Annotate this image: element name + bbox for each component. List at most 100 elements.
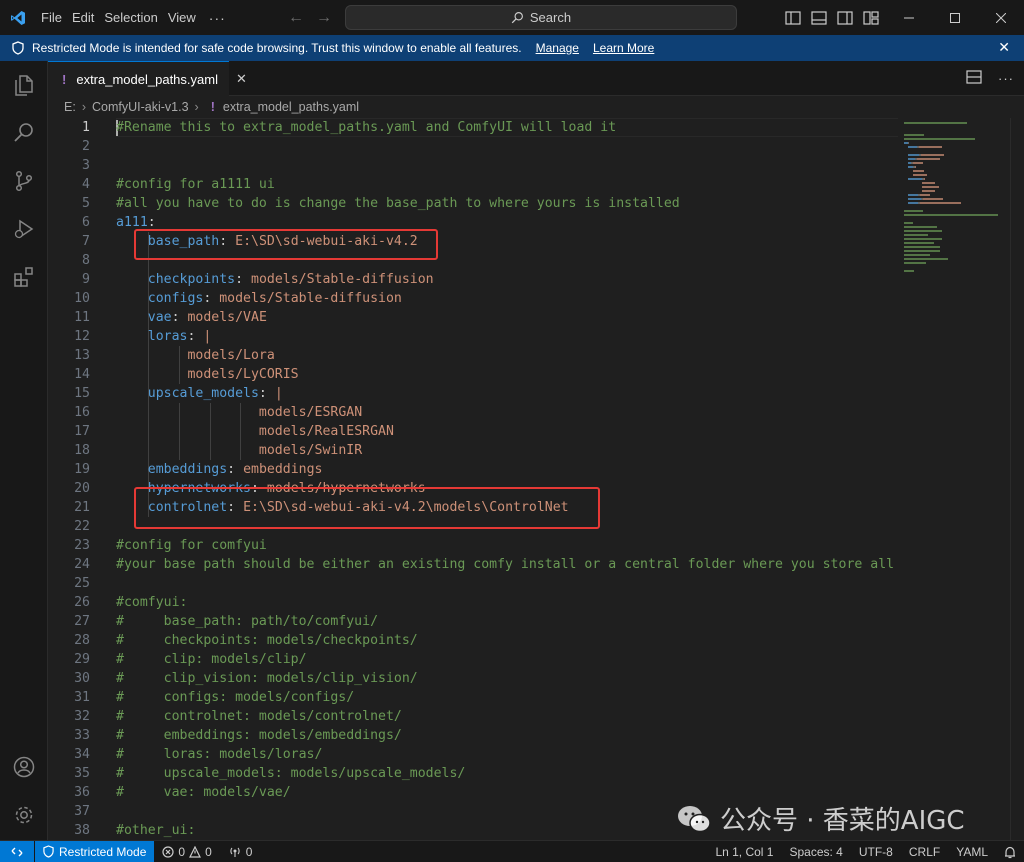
search-view-icon[interactable] (0, 109, 48, 157)
code-line[interactable]: 24 #your base path should be either an ex… (48, 555, 898, 574)
manage-link[interactable]: Manage (536, 41, 579, 55)
accounts-icon[interactable] (0, 743, 48, 791)
activity-bar (0, 61, 48, 840)
close-banner-icon[interactable]: ✕ (998, 39, 1010, 56)
code-token: : (258, 386, 275, 401)
minimap[interactable] (898, 118, 1010, 840)
menu-selection[interactable]: Selection (99, 0, 162, 35)
code-token: models/ESRGAN (258, 405, 363, 420)
encoding-status[interactable]: UTF-8 (851, 845, 901, 859)
vscode-logo-icon[interactable] (0, 0, 36, 35)
language-mode-status[interactable]: YAML (948, 845, 996, 859)
code-editor[interactable]: 1 #Rename this to extra_model_paths.yaml … (48, 118, 898, 840)
line-number: 14 (74, 367, 90, 382)
code-line[interactable]: 2 (48, 137, 898, 156)
code-line[interactable]: 27 # base_path: path/to/comfyui/ (48, 612, 898, 631)
line-number: 18 (74, 443, 90, 458)
code-line[interactable]: 31 # configs: models/configs/ (48, 688, 898, 707)
indentation-status[interactable]: Spaces: 4 (781, 845, 850, 859)
minimap-line (923, 198, 943, 200)
code-line[interactable]: 5 #all you have to do is change the base_… (48, 194, 898, 213)
breadcrumb-drive[interactable]: E: (64, 100, 76, 114)
cursor-position[interactable]: Ln 1, Col 1 (707, 845, 781, 859)
split-editor-icon[interactable] (966, 70, 982, 87)
menu-edit[interactable]: Edit (67, 0, 99, 35)
maximize-icon[interactable] (932, 0, 978, 35)
layout-controls (784, 0, 880, 35)
code-line[interactable]: 30 # clip_vision: models/clip_vision/ (48, 669, 898, 688)
broadcast-icon (230, 847, 240, 857)
minimap-line (904, 270, 914, 272)
problems-status[interactable]: 0 0 (154, 845, 219, 859)
line-number: 25 (74, 576, 90, 591)
code-line[interactable]: 12 loras: | (48, 327, 898, 346)
code-token: loras (147, 329, 188, 344)
minimap-line (908, 198, 921, 200)
code-line[interactable]: 23 #config for comfyui (48, 536, 898, 555)
minimize-icon[interactable] (886, 0, 932, 35)
menu-file[interactable]: File (36, 0, 67, 35)
code-line[interactable]: 10 configs: models/Stable-diffusion (48, 289, 898, 308)
code-token: a111 (116, 215, 148, 230)
title-bar: File Edit Selection View ··· ← → Search (0, 0, 1024, 35)
more-actions-icon[interactable]: ··· (998, 71, 1014, 86)
code-line[interactable]: 1 #Rename this to extra_model_paths.yaml … (48, 118, 898, 137)
run-and-debug-icon[interactable] (0, 205, 48, 253)
code-line[interactable]: 26 #comfyui: (48, 593, 898, 612)
code-line[interactable]: 25 (48, 574, 898, 593)
close-tab-icon[interactable]: ✕ (236, 71, 247, 87)
code-line[interactable]: 13 models/Lora (48, 346, 898, 365)
code-line[interactable]: 11 vae: models/VAE (48, 308, 898, 327)
code-line[interactable]: 33 # embeddings: models/embeddings/ (48, 726, 898, 745)
code-line[interactable]: 14 models/LyCORIS (48, 365, 898, 384)
forward-arrow-icon[interactable]: → (316, 9, 332, 27)
ports-status[interactable]: 0 (220, 845, 261, 859)
tab-extra-model-paths[interactable]: ! extra_model_paths.yaml ✕ (48, 61, 247, 96)
code-line[interactable]: 28 # checkpoints: models/checkpoints/ (48, 631, 898, 650)
menu-view[interactable]: View (163, 0, 201, 35)
command-center-search[interactable]: Search (345, 5, 737, 30)
toggle-primary-sidebar-icon[interactable] (784, 9, 802, 27)
code-line[interactable]: 16 models/ESRGAN (48, 403, 898, 422)
code-line[interactable]: 19 embeddings: embeddings (48, 460, 898, 479)
code-line[interactable]: 34 # loras: models/loras/ (48, 745, 898, 764)
code-token: checkpoints (147, 272, 236, 287)
code-line[interactable]: 3 (48, 156, 898, 175)
manage-gear-icon[interactable] (0, 791, 48, 839)
back-arrow-icon[interactable]: ← (288, 9, 304, 27)
breadcrumb-file[interactable]: extra_model_paths.yaml (223, 100, 359, 114)
code-line[interactable]: 29 # clip: models/clip/ (48, 650, 898, 669)
code-line[interactable]: 18 models/SwinIR (48, 441, 898, 460)
customize-layout-icon[interactable] (862, 9, 880, 27)
explorer-icon[interactable] (0, 61, 48, 109)
minimap-line (922, 182, 935, 184)
code-line[interactable]: 9 checkpoints: models/Stable-diffusion (48, 270, 898, 289)
code-line[interactable]: 35 # upscale_models: models/upscale_model… (48, 764, 898, 783)
learn-more-link[interactable]: Learn More (593, 41, 654, 55)
line-number: 4 (82, 177, 90, 192)
extensions-icon[interactable] (0, 253, 48, 301)
line-number: 12 (74, 329, 90, 344)
line-number: 32 (74, 709, 90, 724)
notifications-bell-icon[interactable] (996, 846, 1024, 859)
code-text: checkpoints: models/Stable-diffusion (116, 270, 434, 289)
close-window-icon[interactable] (978, 0, 1024, 35)
vertical-scrollbar[interactable] (1010, 118, 1024, 840)
warning-count: 0 (205, 844, 212, 859)
menu-more-button[interactable]: ··· (201, 10, 234, 26)
minimap-line (904, 210, 923, 212)
toggle-panel-icon[interactable] (810, 9, 828, 27)
remote-window-icon[interactable] (0, 840, 34, 862)
eol-status[interactable]: CRLF (901, 845, 948, 859)
window-controls (886, 0, 1024, 35)
code-line[interactable]: 15 upscale_models: | (48, 384, 898, 403)
code-line[interactable]: 4 #config for a1111 ui (48, 175, 898, 194)
search-icon (511, 12, 523, 24)
code-line[interactable]: 32 # controlnet: models/controlnet/ (48, 707, 898, 726)
toggle-secondary-sidebar-icon[interactable] (836, 9, 854, 27)
code-text: # checkpoints: models/checkpoints/ (116, 631, 418, 650)
restricted-mode-status[interactable]: Restricted Mode (35, 840, 155, 862)
code-line[interactable]: 17 models/RealESRGAN (48, 422, 898, 441)
source-control-icon[interactable] (0, 157, 48, 205)
breadcrumb-folder[interactable]: ComfyUI-aki-v1.3 (92, 100, 189, 114)
